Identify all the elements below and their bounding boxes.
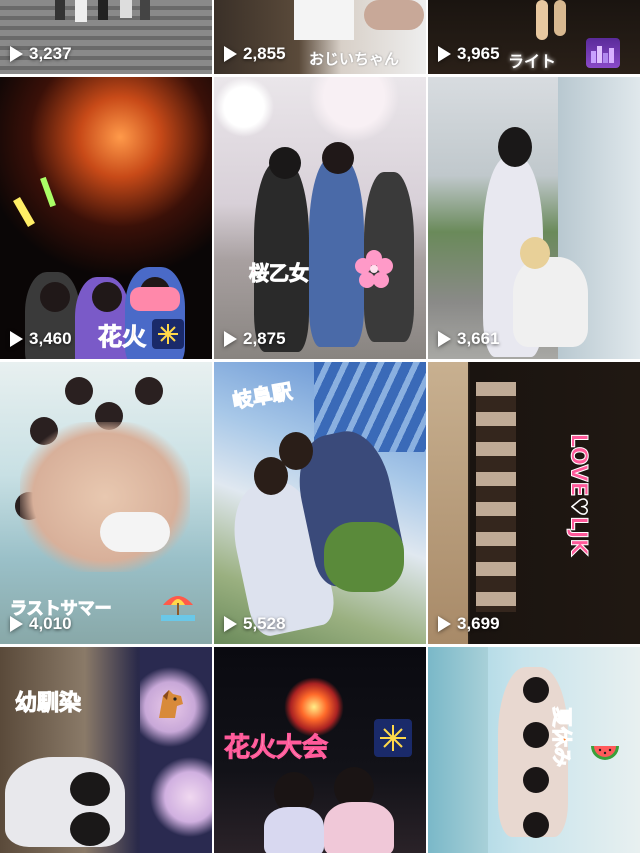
video-caption: LOVE♡LJK	[565, 433, 591, 556]
video-caption: 桜乙女	[249, 261, 310, 286]
fireworks-icon	[374, 719, 412, 757]
play-icon	[10, 331, 23, 347]
watermelon-icon	[588, 735, 622, 769]
play-icon	[438, 616, 451, 632]
play-icon	[224, 616, 237, 632]
video-tile[interactable]: おじいちゃん 2,855	[214, 0, 426, 74]
video-tile[interactable]: 夏休み	[428, 647, 640, 853]
play-icon	[10, 46, 23, 62]
cherry-blossom-icon	[354, 249, 394, 289]
horse-icon	[150, 685, 190, 725]
play-icon	[10, 616, 23, 632]
play-icon	[438, 46, 451, 62]
video-caption: 夏休み	[550, 707, 575, 768]
video-tile[interactable]: 幼馴染	[0, 647, 212, 853]
video-tile[interactable]: ラストサマー 4,010	[0, 362, 212, 644]
view-count: 2,875	[224, 329, 286, 349]
video-tile[interactable]: ライト 3,965	[428, 0, 640, 74]
video-tile[interactable]: 花火大会	[214, 647, 426, 853]
view-count: 5,528	[224, 614, 286, 634]
video-caption: 花火	[98, 323, 147, 352]
video-caption: ライト	[508, 52, 557, 71]
video-grid: 3,237 おじいちゃん 2,855 ライト 3,965 花火 3,460 桜乙…	[0, 0, 640, 853]
video-tile[interactable]: 3,237	[0, 0, 212, 74]
view-count: 2,855	[224, 44, 286, 64]
video-tile[interactable]: 桜乙女 2,875	[214, 77, 426, 359]
view-count: 3,699	[438, 614, 500, 634]
city-night-icon	[586, 38, 620, 68]
view-count: 3,661	[438, 329, 500, 349]
view-count: 3,460	[10, 329, 72, 349]
play-icon	[224, 331, 237, 347]
view-count: 4,010	[10, 614, 72, 634]
play-icon	[224, 46, 237, 62]
play-icon	[438, 331, 451, 347]
video-tile[interactable]: 岐阜駅 5,528	[214, 362, 426, 644]
view-count: 3,965	[438, 44, 500, 64]
video-caption: おじいちゃん	[309, 50, 400, 68]
fireworks-icon	[152, 319, 184, 349]
video-tile[interactable]: LOVE♡LJK 3,699	[428, 362, 640, 644]
video-tile[interactable]: 3,661	[428, 77, 640, 359]
video-caption: 幼馴染	[14, 691, 82, 717]
view-count: 3,237	[10, 44, 72, 64]
video-caption: 花火大会	[223, 733, 329, 764]
video-tile[interactable]: 花火 3,460	[0, 77, 212, 359]
beach-umbrella-icon	[160, 590, 196, 622]
